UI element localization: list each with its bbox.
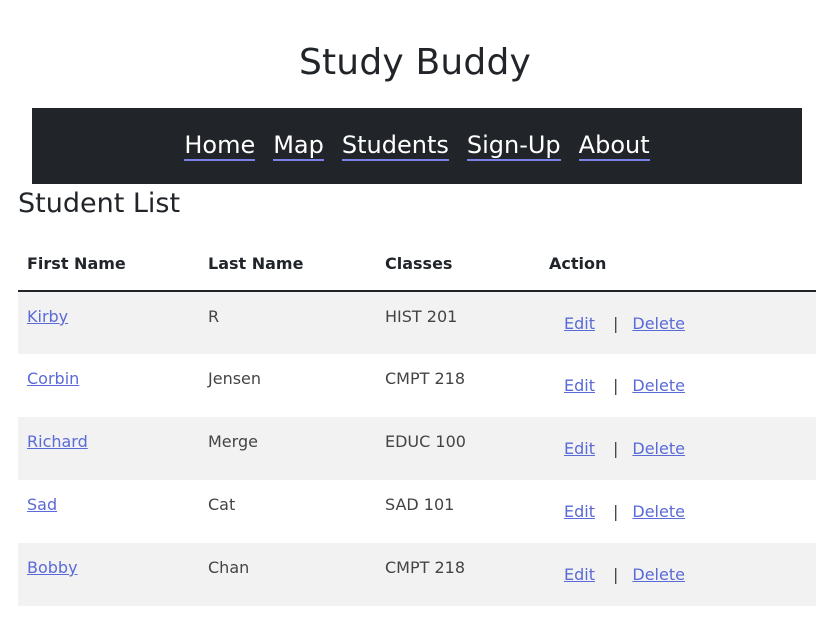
edit-link[interactable]: Edit: [564, 376, 595, 395]
site-title: Study Buddy: [298, 42, 532, 83]
action-separator: |: [612, 314, 619, 333]
table-body: Kirby R HIST 201 Edit | Delete Corbin Jens…: [18, 291, 816, 606]
last-name-cell: Chan: [199, 543, 376, 606]
first-name-cell: Kirby: [18, 291, 199, 354]
action-separator: |: [612, 376, 619, 395]
first-name-cell: Corbin: [18, 354, 199, 417]
table-header-row: First Name Last Name Classes Action: [18, 236, 816, 292]
classes-cell: CMPT 218: [376, 543, 540, 606]
action-separator: |: [612, 565, 619, 584]
column-header-action: Action: [540, 236, 816, 292]
nav-link-map[interactable]: Map: [273, 132, 324, 161]
navbar: Home Map Students Sign-Up About: [32, 108, 802, 184]
action-separator: |: [612, 439, 619, 458]
student-name-link[interactable]: Corbin: [27, 369, 79, 388]
table-row: Kirby R HIST 201 Edit | Delete: [18, 291, 816, 354]
student-table: First Name Last Name Classes Action Kirb…: [18, 236, 816, 606]
first-name-cell: Sad: [18, 480, 199, 543]
edit-link[interactable]: Edit: [564, 439, 595, 458]
column-header-last-name: Last Name: [199, 236, 376, 292]
delete-link[interactable]: Delete: [632, 314, 685, 333]
first-name-cell: Richard: [18, 417, 199, 480]
action-separator: |: [612, 502, 619, 521]
column-header-first-name: First Name: [18, 236, 199, 292]
nav-link-about[interactable]: About: [578, 132, 650, 161]
student-name-link[interactable]: Kirby: [27, 307, 68, 326]
action-cell: Edit | Delete: [540, 480, 816, 543]
table-row: Bobby Chan CMPT 218 Edit | Delete: [18, 543, 816, 606]
delete-link[interactable]: Delete: [632, 502, 685, 521]
table-row: Corbin Jensen CMPT 218 Edit | Delete: [18, 354, 816, 417]
classes-cell: HIST 201: [376, 291, 540, 354]
first-name-cell: Bobby: [18, 543, 199, 606]
table-row: Sad Cat SAD 101 Edit | Delete: [18, 480, 816, 543]
classes-cell: SAD 101: [385, 495, 455, 514]
delete-link[interactable]: Delete: [632, 565, 685, 584]
edit-link[interactable]: Edit: [564, 314, 595, 333]
delete-link[interactable]: Delete: [632, 439, 685, 458]
nav-link-students[interactable]: Students: [341, 132, 449, 161]
nav-link-home[interactable]: Home: [184, 132, 256, 161]
table-header: First Name Last Name Classes Action: [18, 236, 816, 292]
last-name-cell: Jensen: [208, 369, 262, 388]
last-name-cell: Merge: [199, 417, 376, 480]
edit-link[interactable]: Edit: [564, 502, 595, 521]
delete-link[interactable]: Delete: [632, 376, 685, 395]
section-title: Student List: [18, 188, 181, 219]
classes-cell: CMPT 218: [385, 369, 466, 388]
nav-link-sign-up[interactable]: Sign-Up: [466, 132, 561, 161]
action-cell: Edit | Delete: [540, 354, 816, 417]
student-name-link[interactable]: Bobby: [27, 558, 78, 577]
classes-cell: EDUC 100: [376, 417, 540, 480]
action-cell: Edit | Delete: [540, 543, 816, 606]
student-name-link[interactable]: Richard: [27, 432, 88, 451]
table-row: Richard Merge EDUC 100 Edit | Delete: [18, 417, 816, 480]
page: Study Buddy Home Map Students Sign-Up Ab…: [0, 0, 830, 620]
action-cell: Edit | Delete: [540, 417, 816, 480]
student-name-link[interactable]: Sad: [27, 495, 57, 514]
column-header-classes: Classes: [376, 236, 540, 292]
edit-link[interactable]: Edit: [564, 565, 595, 584]
action-cell: Edit | Delete: [540, 291, 816, 354]
last-name-cell: R: [199, 291, 376, 354]
last-name-cell: Cat: [208, 495, 236, 514]
